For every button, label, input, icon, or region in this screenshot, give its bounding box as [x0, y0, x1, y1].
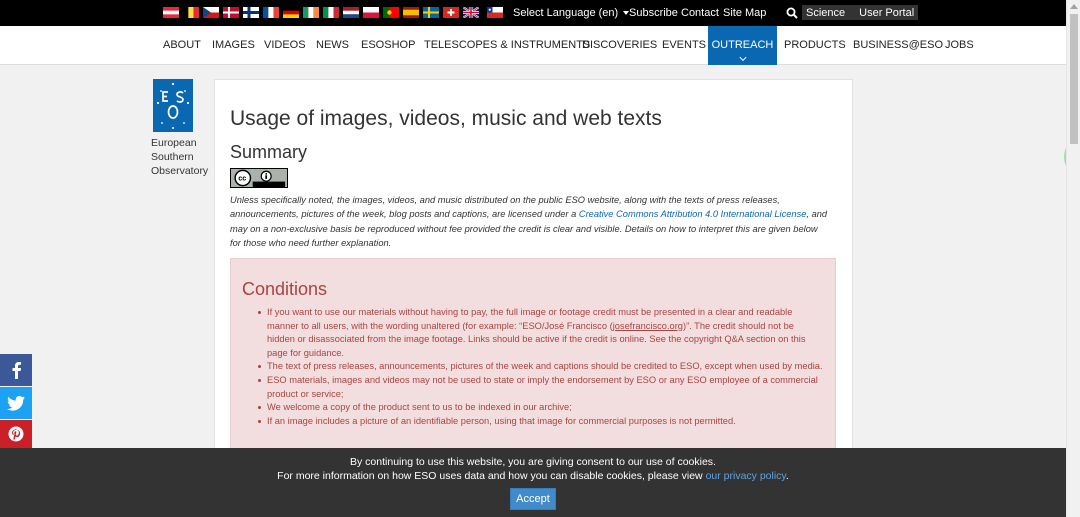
search-icon[interactable]: [786, 7, 798, 19]
nav-images[interactable]: IMAGES: [212, 26, 255, 65]
language-flags: [163, 7, 503, 18]
pinterest-share-button[interactable]: [0, 420, 32, 448]
cookie-info-text: For more information on how ESO uses dat…: [0, 470, 1066, 482]
flag-ireland-icon[interactable]: [303, 7, 319, 18]
eso-logo[interactable]: [153, 79, 193, 132]
flag-portugal-icon[interactable]: [383, 7, 399, 18]
scroll-up-icon[interactable]: [1070, 4, 1078, 9]
select-language-dropdown[interactable]: Select Language (en): [513, 7, 630, 19]
flag-belgium-icon[interactable]: [183, 7, 199, 18]
cookie-consent-text: By continuing to use this website, you a…: [350, 456, 716, 468]
condition-item: If an image includes a picture of an ide…: [258, 415, 823, 429]
cookie-info-text-b: .: [785, 470, 789, 482]
flag-poland-icon[interactable]: [363, 7, 379, 18]
flag-france-icon[interactable]: [263, 7, 279, 18]
josefrancisco-link[interactable]: josefrancisco.org: [613, 321, 683, 331]
cc-by-license-badge-icon[interactable]: cc: [230, 168, 288, 188]
select-language-label: Select Language (en): [513, 7, 619, 19]
condition-item: We welcome a copy of the product sent to…: [258, 401, 823, 415]
condition-item: ESO materials, images and videos may not…: [258, 374, 823, 401]
nav-telescopes-instruments[interactable]: TELESCOPES & INSTRUMENTS: [424, 26, 590, 65]
flag-uk-icon[interactable]: [463, 7, 479, 18]
flag-switzerland-icon[interactable]: [443, 7, 459, 18]
chevron-down-icon: [738, 53, 747, 62]
conditions-alert: Conditions If you want to use our materi…: [230, 258, 836, 458]
nav-videos[interactable]: VIDEOS: [264, 26, 306, 65]
flag-finland-icon[interactable]: [243, 7, 259, 18]
conditions-list: If you want to use our materials without…: [258, 306, 823, 429]
logo-line-2: Southern: [151, 151, 194, 163]
twitter-share-button[interactable]: [0, 387, 32, 419]
eso-name: European Southern Observatory: [151, 136, 208, 178]
license-intro: Unless specifically noted, the images, v…: [230, 193, 828, 250]
flag-czech-icon[interactable]: [203, 7, 219, 18]
privacy-policy-link[interactable]: our privacy policy: [706, 470, 786, 482]
flag-netherlands-icon[interactable]: [343, 7, 359, 18]
contact-link[interactable]: Contact: [681, 7, 719, 19]
main-nav: ABOUT IMAGES VIDEOS NEWS ESOSHOP TELESCO…: [0, 26, 1066, 65]
nav-outreach[interactable]: OUTREACH: [708, 26, 777, 65]
portal-switcher: Science User Portal: [802, 5, 919, 20]
scrollbar-thumb[interactable]: [1070, 14, 1078, 144]
summary-heading: Summary: [230, 142, 308, 162]
subscribe-link[interactable]: Subscribe: [629, 7, 678, 19]
nav-products[interactable]: PRODUCTS: [784, 26, 846, 65]
twitter-icon: [7, 395, 25, 411]
nav-outreach-label: OUTREACH: [711, 39, 774, 51]
nav-events[interactable]: EVENTS: [662, 26, 706, 65]
cookie-info-text-a: For more information on how ESO uses dat…: [277, 470, 706, 482]
nav-business-eso[interactable]: BUSINESS@ESO: [853, 26, 943, 65]
nav-discoveries[interactable]: DISCOVERIES: [582, 26, 657, 65]
nav-news[interactable]: NEWS: [316, 26, 349, 65]
top-bar: Select Language (en) Subscribe Contact S…: [0, 0, 1066, 26]
cookie-banner: By continuing to use this website, you a…: [0, 448, 1066, 517]
logo-line-3: Observatory: [151, 165, 209, 177]
cc-license-link[interactable]: Creative Commons Attribution 4.0 Interna…: [579, 209, 807, 219]
flag-italy-icon[interactable]: [323, 7, 339, 18]
flag-spain-icon[interactable]: [403, 7, 419, 18]
flag-chile-icon[interactable]: [487, 7, 503, 18]
conditions-heading: Conditions: [242, 279, 328, 299]
site-map-link[interactable]: Site Map: [723, 7, 766, 19]
page-title: Usage of images, videos, music and web t…: [230, 107, 662, 130]
logo-line-1: European: [151, 137, 197, 149]
science-link[interactable]: Science: [806, 7, 845, 19]
flag-sweden-icon[interactable]: [423, 7, 439, 18]
facebook-icon: [12, 362, 21, 379]
nav-jobs[interactable]: JOBS: [945, 26, 974, 65]
nav-about[interactable]: ABOUT: [163, 26, 201, 65]
svg-text:cc: cc: [238, 174, 246, 183]
condition-item: The text of press releases, announcement…: [258, 360, 823, 374]
user-portal-link[interactable]: User Portal: [859, 7, 914, 19]
flag-germany-icon[interactable]: [283, 7, 299, 18]
accept-cookies-button[interactable]: Accept: [510, 488, 556, 510]
condition-item: If you want to use our materials without…: [258, 306, 823, 360]
flag-austria-icon[interactable]: [163, 7, 179, 18]
facebook-share-button[interactable]: [0, 354, 32, 386]
flag-denmark-icon[interactable]: [223, 7, 239, 18]
page-scrollbar[interactable]: [1066, 0, 1080, 517]
nav-esoshop[interactable]: ESOSHOP: [361, 26, 415, 65]
pinterest-icon: [8, 426, 24, 442]
